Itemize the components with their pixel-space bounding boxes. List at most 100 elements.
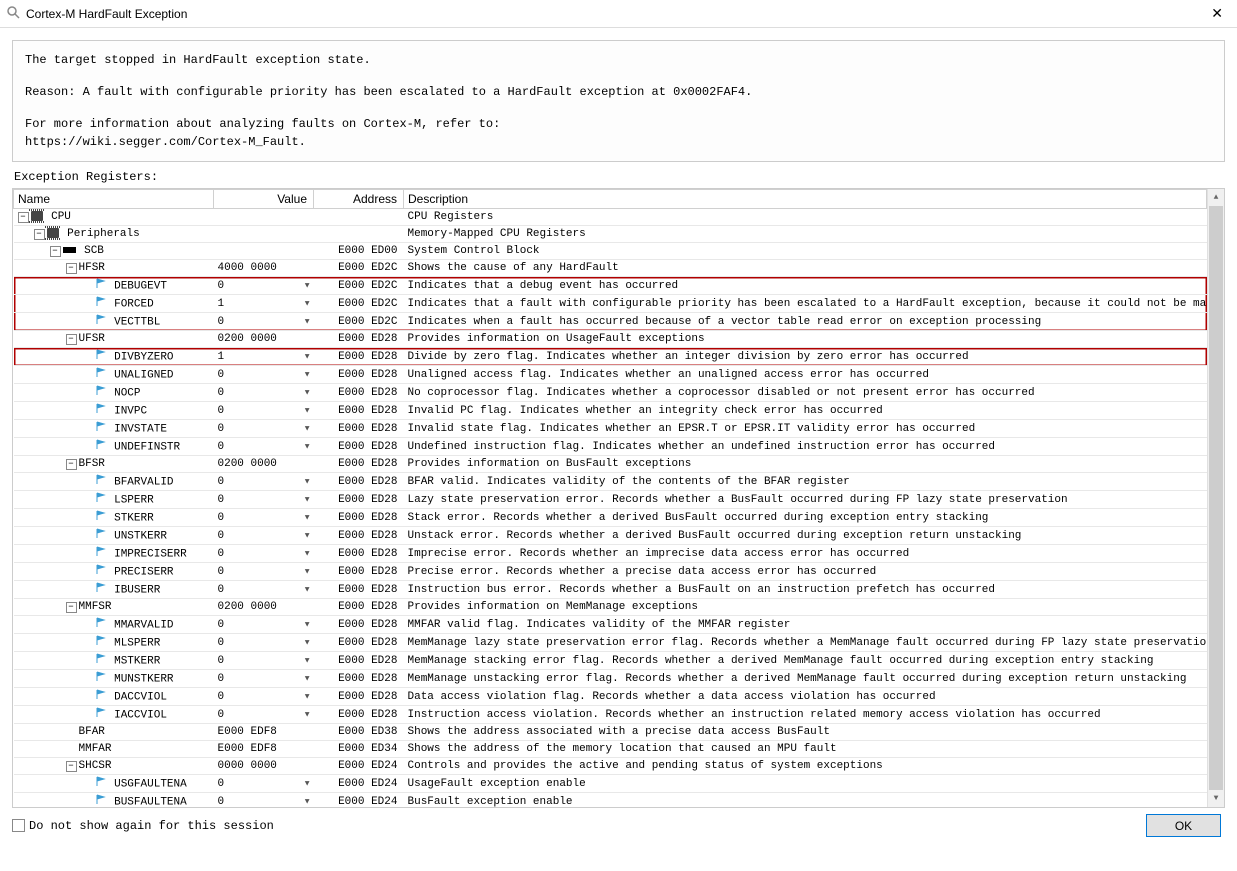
dropdown-arrow-icon[interactable]: ▼ xyxy=(305,549,310,558)
table-row[interactable]: DEBUGEVT0▼E000 ED2CIndicates that a debu… xyxy=(14,277,1207,295)
table-row[interactable]: NOCP0▼E000 ED28No coprocessor flag. Indi… xyxy=(14,384,1207,402)
table-row[interactable]: MMFARE000 EDF8E000 ED34Shows the address… xyxy=(14,741,1207,758)
dropdown-arrow-icon[interactable]: ▼ xyxy=(305,567,310,576)
row-value[interactable]: 0▼ xyxy=(214,277,314,295)
dropdown-arrow-icon[interactable]: ▼ xyxy=(305,477,310,486)
dropdown-arrow-icon[interactable]: ▼ xyxy=(305,299,310,308)
dropdown-arrow-icon[interactable]: ▼ xyxy=(305,442,310,451)
table-row[interactable]: MLSPERR0▼E000 ED28MemManage lazy state p… xyxy=(14,634,1207,652)
dropdown-arrow-icon[interactable]: ▼ xyxy=(305,638,310,647)
row-value[interactable]: 0▼ xyxy=(214,652,314,670)
row-value[interactable]: 0▼ xyxy=(214,545,314,563)
dropdown-arrow-icon[interactable]: ▼ xyxy=(305,779,310,788)
table-row[interactable]: IACCVIOL0▼E000 ED28Instruction access vi… xyxy=(14,706,1207,724)
header-address[interactable]: Address xyxy=(314,190,404,209)
table-row[interactable]: MMARVALID0▼E000 ED28MMFAR valid flag. In… xyxy=(14,616,1207,634)
scroll-down-icon[interactable]: ▼ xyxy=(1208,790,1224,807)
dropdown-arrow-icon[interactable]: ▼ xyxy=(305,656,310,665)
dropdown-arrow-icon[interactable]: ▼ xyxy=(305,495,310,504)
table-row[interactable]: MSTKERR0▼E000 ED28MemManage stacking err… xyxy=(14,652,1207,670)
table-row[interactable]: IMPRECISERR0▼E000 ED28Imprecise error. R… xyxy=(14,545,1207,563)
dropdown-arrow-icon[interactable]: ▼ xyxy=(305,531,310,540)
table-row[interactable]: − CPUCPU Registers xyxy=(14,209,1207,226)
scroll-up-icon[interactable]: ▲ xyxy=(1208,189,1224,206)
tree-toggle-icon[interactable]: − xyxy=(18,212,29,223)
row-value[interactable]: 0▼ xyxy=(214,420,314,438)
table-row[interactable]: −BFSR0200 0000E000 ED28Provides informat… xyxy=(14,456,1207,473)
table-row[interactable]: LSPERR0▼E000 ED28Lazy state preservation… xyxy=(14,491,1207,509)
row-value[interactable]: 0▼ xyxy=(214,688,314,706)
table-row[interactable]: − PeripheralsMemory-Mapped CPU Registers xyxy=(14,226,1207,243)
row-value[interactable]: 0▼ xyxy=(214,491,314,509)
header-description[interactable]: Description xyxy=(404,190,1207,209)
table-row[interactable]: STKERR0▼E000 ED28Stack error. Records wh… xyxy=(14,509,1207,527)
dropdown-arrow-icon[interactable]: ▼ xyxy=(305,674,310,683)
vertical-scrollbar[interactable]: ▲ ▼ xyxy=(1207,189,1224,807)
close-button[interactable]: ✕ xyxy=(1203,3,1231,24)
row-value[interactable]: 1▼ xyxy=(214,348,314,366)
row-value[interactable]: 0▼ xyxy=(214,793,314,808)
table-row[interactable]: FORCED1▼E000 ED2CIndicates that a fault … xyxy=(14,295,1207,313)
dropdown-arrow-icon[interactable]: ▼ xyxy=(305,513,310,522)
row-value[interactable]: 0▼ xyxy=(214,616,314,634)
row-value[interactable]: 0▼ xyxy=(214,563,314,581)
table-row[interactable]: −MMFSR0200 0000E000 ED28Provides informa… xyxy=(14,599,1207,616)
table-row[interactable]: −HFSR4000 0000E000 ED2CShows the cause o… xyxy=(14,260,1207,277)
table-row[interactable]: UNALIGNED0▼E000 ED28Unaligned access fla… xyxy=(14,366,1207,384)
table-row[interactable]: USGFAULTENA0▼E000 ED24UsageFault excepti… xyxy=(14,775,1207,793)
ok-button[interactable]: OK xyxy=(1146,814,1221,837)
dropdown-arrow-icon[interactable]: ▼ xyxy=(305,370,310,379)
dropdown-arrow-icon[interactable]: ▼ xyxy=(305,424,310,433)
table-row[interactable]: IBUSERR0▼E000 ED28Instruction bus error.… xyxy=(14,581,1207,599)
row-value[interactable]: 0▼ xyxy=(214,473,314,491)
row-value[interactable]: 0▼ xyxy=(214,384,314,402)
row-value[interactable]: 0▼ xyxy=(214,402,314,420)
table-row[interactable]: DIVBYZERO1▼E000 ED28Divide by zero flag.… xyxy=(14,348,1207,366)
dropdown-arrow-icon[interactable]: ▼ xyxy=(305,585,310,594)
table-row[interactable]: INVSTATE0▼E000 ED28Invalid state flag. I… xyxy=(14,420,1207,438)
header-value[interactable]: Value xyxy=(214,190,314,209)
dropdown-arrow-icon[interactable]: ▼ xyxy=(305,388,310,397)
table-row[interactable]: UNDEFINSTR0▼E000 ED28Undefined instructi… xyxy=(14,438,1207,456)
table-row[interactable]: UNSTKERR0▼E000 ED28Unstack error. Record… xyxy=(14,527,1207,545)
row-value[interactable]: 0▼ xyxy=(214,509,314,527)
dropdown-arrow-icon[interactable]: ▼ xyxy=(305,406,310,415)
tree-toggle-icon[interactable]: − xyxy=(66,761,77,772)
table-row[interactable]: BFARE000 EDF8E000 ED38Shows the address … xyxy=(14,724,1207,741)
table-row[interactable]: MUNSTKERR0▼E000 ED28MemManage unstacking… xyxy=(14,670,1207,688)
row-value[interactable]: 0▼ xyxy=(214,438,314,456)
tree-toggle-icon[interactable]: − xyxy=(66,263,77,274)
dropdown-arrow-icon[interactable]: ▼ xyxy=(305,620,310,629)
row-value[interactable]: 1▼ xyxy=(214,295,314,313)
table-row[interactable]: −SHCSR0000 0000E000 ED24Controls and pro… xyxy=(14,758,1207,775)
table-row[interactable]: PRECISERR0▼E000 ED28Precise error. Recor… xyxy=(14,563,1207,581)
table-row[interactable]: BUSFAULTENA0▼E000 ED24BusFault exception… xyxy=(14,793,1207,808)
tree-toggle-icon[interactable]: − xyxy=(66,334,77,345)
table-row[interactable]: VECTTBL0▼E000 ED2CIndicates when a fault… xyxy=(14,313,1207,331)
row-value[interactable]: 0▼ xyxy=(214,775,314,793)
tree-toggle-icon[interactable]: − xyxy=(34,229,45,240)
table-row[interactable]: − SCBE000 ED00System Control Block xyxy=(14,243,1207,260)
table-row[interactable]: INVPC0▼E000 ED28Invalid PC flag. Indicat… xyxy=(14,402,1207,420)
dropdown-arrow-icon[interactable]: ▼ xyxy=(305,352,310,361)
row-value[interactable]: 0▼ xyxy=(214,706,314,724)
table-row[interactable]: −UFSR0200 0000E000 ED28Provides informat… xyxy=(14,331,1207,348)
tree-toggle-icon[interactable]: − xyxy=(66,459,77,470)
dropdown-arrow-icon[interactable]: ▼ xyxy=(305,797,310,806)
table-row[interactable]: BFARVALID0▼E000 ED28BFAR valid. Indicate… xyxy=(14,473,1207,491)
dropdown-arrow-icon[interactable]: ▼ xyxy=(305,317,310,326)
dont-show-again-checkbox[interactable]: Do not show again for this session xyxy=(12,817,274,835)
dropdown-arrow-icon[interactable]: ▼ xyxy=(305,692,310,701)
row-value[interactable]: 0▼ xyxy=(214,366,314,384)
row-value[interactable]: 0▼ xyxy=(214,670,314,688)
checkbox-icon[interactable] xyxy=(12,819,25,832)
dropdown-arrow-icon[interactable]: ▼ xyxy=(305,710,310,719)
row-value[interactable]: 0▼ xyxy=(214,527,314,545)
tree-toggle-icon[interactable]: − xyxy=(50,246,61,257)
header-name[interactable]: Name xyxy=(14,190,214,209)
table-row[interactable]: DACCVIOL0▼E000 ED28Data access violation… xyxy=(14,688,1207,706)
row-value[interactable]: 0▼ xyxy=(214,634,314,652)
row-value[interactable]: 0▼ xyxy=(214,581,314,599)
row-value[interactable]: 0▼ xyxy=(214,313,314,331)
tree-toggle-icon[interactable]: − xyxy=(66,602,77,613)
